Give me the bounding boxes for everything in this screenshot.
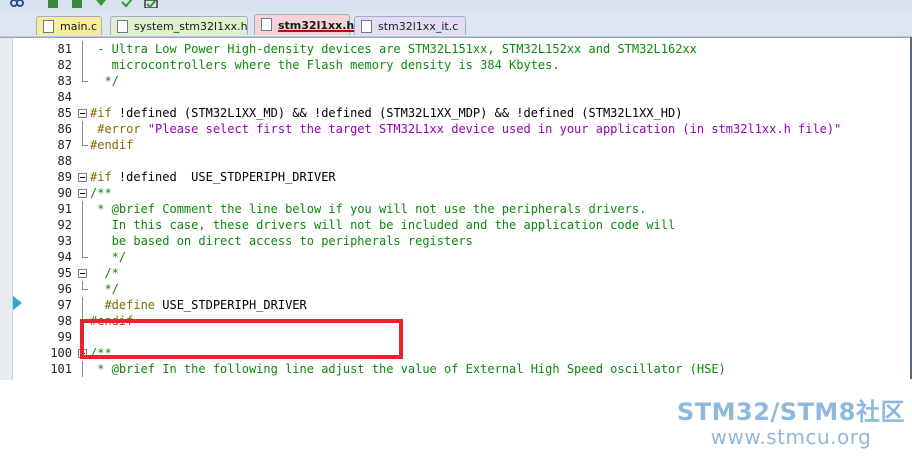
collapse-icon[interactable] (76, 169, 89, 185)
tab-label: main.c (60, 20, 98, 33)
code-line[interactable]: 91 * @brief Comment the line below if yo… (0, 201, 912, 217)
line-number: 95 (57, 266, 72, 280)
fold-guide (76, 361, 89, 377)
file-icon (117, 20, 128, 33)
code-text: be based on direct access to peripherals… (90, 234, 473, 248)
code-line[interactable]: 94 */ (0, 249, 912, 265)
code-line[interactable]: 89 #if !defined USE_STDPERIPH_DRIVER (0, 169, 912, 185)
collapse-icon[interactable] (76, 105, 89, 121)
fold-guide (76, 249, 89, 265)
code-line[interactable]: 83 */ (0, 73, 912, 89)
line-number: 99 (57, 330, 72, 344)
code-text: - Ultra Low Power High-density devices a… (90, 42, 697, 56)
watermark-title: STM32/STM8社区 (677, 398, 905, 426)
options-icon[interactable] (144, 0, 158, 8)
line-number: 92 (57, 218, 72, 232)
code-line[interactable]: 93 be based on direct access to peripher… (0, 233, 912, 249)
code-line[interactable]: 81 - Ultra Low Power High-density device… (0, 41, 912, 57)
toolbar (0, 0, 912, 12)
code-line[interactable]: 82 microcontrollers where the Flash memo… (0, 57, 912, 73)
line-number: 90 (57, 186, 72, 200)
tab-stm32l1xx-h[interactable]: stm32l1xx.h (254, 14, 354, 35)
line-number: 100 (50, 346, 72, 360)
line-number: 101 (50, 362, 72, 376)
line-number: 83 (57, 74, 72, 88)
tab-system-stm32l1xx-h[interactable]: system_stm32l1xx.h (110, 16, 248, 35)
code-text: * @brief In the following line adjust th… (90, 362, 726, 376)
code-text: #error "Please select first the target S… (90, 122, 842, 136)
code-text: * @brief Comment the line below if you w… (90, 202, 647, 216)
find-icon[interactable] (10, 0, 24, 8)
code-line[interactable]: 84 (0, 89, 912, 105)
code-line[interactable]: 85 #if !defined (STM32L1XX_MD) && !define… (0, 105, 912, 121)
line-number: 96 (57, 282, 72, 296)
tab-main-c[interactable]: main.c (36, 16, 102, 35)
code-text: /** (90, 186, 112, 200)
line-number: 81 (57, 42, 72, 56)
check-icon[interactable] (120, 0, 134, 8)
code-text: */ (90, 250, 127, 264)
tab-label: stm32l1xx.h (278, 19, 355, 32)
fold-guide (76, 297, 89, 313)
file-icon (261, 18, 272, 31)
line-number: 82 (57, 58, 72, 72)
code-line[interactable]: 95 /* (0, 265, 912, 281)
line-number: 98 (57, 314, 72, 328)
code-line[interactable]: 88 (0, 153, 912, 169)
collapse-icon[interactable] (76, 185, 89, 201)
insert-icon[interactable] (46, 0, 60, 8)
fold-guide (76, 217, 89, 233)
fold-guide (76, 41, 89, 57)
fold-guide (76, 73, 89, 89)
file-icon (361, 20, 372, 33)
line-number: 87 (57, 138, 72, 152)
watermark: STM32/STM8社区 www.stmcu.org (676, 398, 906, 448)
fold-guide (76, 121, 89, 137)
line-number: 85 (57, 106, 72, 120)
watermark-url: www.stmcu.org (710, 425, 872, 449)
code-line[interactable]: 101 * @brief In the following line adjus… (0, 361, 912, 377)
code-text: #if !defined (STM32L1XX_MD) && !defined … (90, 106, 683, 120)
collapse-icon[interactable] (76, 265, 89, 281)
code-text: microcontrollers where the Flash memory … (90, 58, 560, 72)
line-number: 86 (57, 122, 72, 136)
tab-label: stm32l1xx_it.c (378, 20, 459, 33)
code-text: #if !defined USE_STDPERIPH_DRIVER (90, 170, 336, 184)
code-text: #endif (90, 138, 134, 152)
fold-guide (76, 57, 89, 73)
code-text: #define USE_STDPERIPH_DRIVER (90, 298, 307, 312)
fold-guide (76, 233, 89, 249)
fold-guide (76, 281, 89, 297)
code-line[interactable]: 96 */ (0, 281, 912, 297)
highlight-box (80, 319, 403, 359)
line-number: 94 (57, 250, 72, 264)
fold-guide (76, 201, 89, 217)
code-editor[interactable]: 81 - Ultra Low Power High-density device… (0, 37, 912, 380)
line-number: 91 (57, 202, 72, 216)
code-line[interactable]: 86 #error "Please select first the targe… (0, 121, 912, 137)
line-number: 93 (57, 234, 72, 248)
code-text: In this case, these drivers will not be … (90, 218, 676, 232)
code-text: */ (90, 74, 119, 88)
line-number: 88 (57, 154, 72, 168)
breakpoint-icon[interactable] (70, 0, 84, 8)
code-text: */ (90, 282, 119, 296)
fold-guide (76, 137, 89, 153)
code-line[interactable]: 97 #define USE_STDPERIPH_DRIVER (0, 297, 912, 313)
file-tab-bar: main.c system_stm32l1xx.h stm32l1xx.h st… (0, 12, 912, 37)
arrow-down-icon[interactable] (94, 0, 108, 8)
line-number: 89 (57, 170, 72, 184)
tab-stm32l1xx-it-c[interactable]: stm32l1xx_it.c (354, 16, 466, 35)
code-line[interactable]: 87 #endif (0, 137, 912, 153)
line-number: 97 (57, 298, 72, 312)
code-text: /* (90, 266, 119, 280)
tab-label: system_stm32l1xx.h (134, 20, 248, 33)
code-line[interactable]: 92 In this case, these drivers will not … (0, 217, 912, 233)
line-number: 84 (57, 90, 72, 104)
file-icon (43, 20, 54, 33)
code-line[interactable]: 90 /** (0, 185, 912, 201)
